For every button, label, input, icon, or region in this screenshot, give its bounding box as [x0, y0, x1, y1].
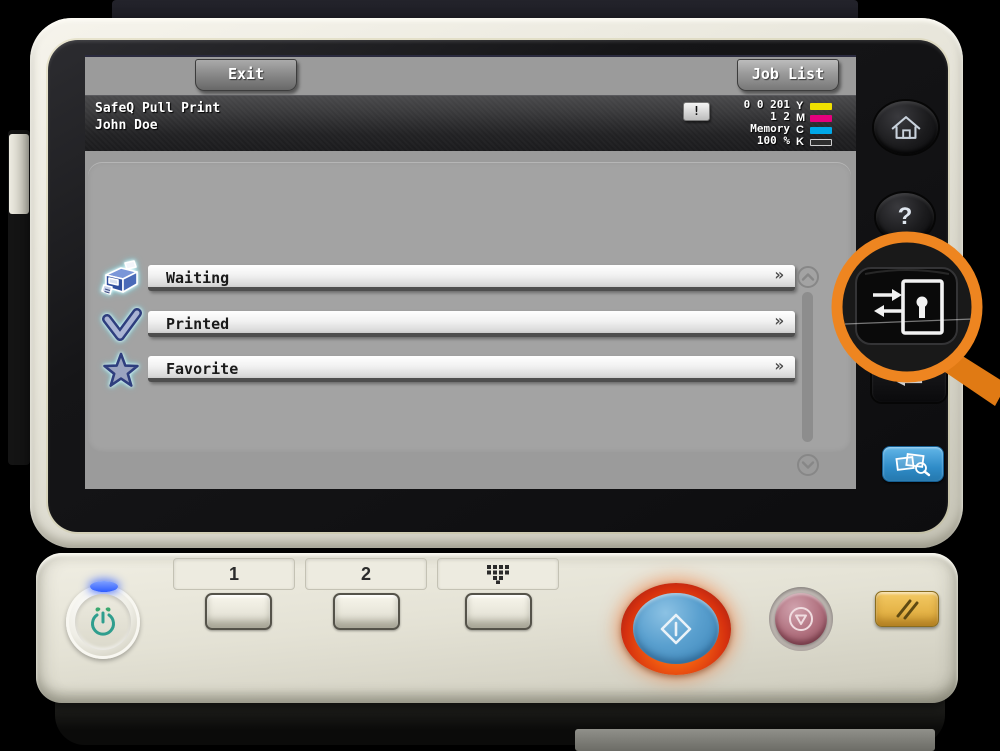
touchscreen: Exit Job List SafeQ Pull Print John Doe …	[85, 55, 856, 489]
list-item-printed[interactable]: Printed »	[148, 311, 795, 337]
key-2-label: 2	[361, 564, 371, 585]
stylus	[9, 134, 29, 214]
preview-icon	[894, 452, 932, 477]
printer-control-panel: Exit Job List SafeQ Pull Print John Doe …	[0, 0, 1000, 751]
start-button[interactable]	[621, 583, 731, 675]
machine-body-bottom-bar	[575, 729, 935, 751]
toner-row-magenta: M	[796, 112, 832, 124]
program-key-1[interactable]	[205, 593, 272, 630]
power-button-face	[75, 594, 131, 650]
job-list-button[interactable]: Job List	[737, 59, 839, 91]
list-item-label: Waiting	[166, 269, 229, 287]
key-plate-keypad	[437, 558, 559, 590]
screen-housing: Exit Job List SafeQ Pull Print John Doe …	[30, 18, 963, 548]
scroll-up-button[interactable]	[796, 265, 820, 289]
keypad-panel: 1 2	[36, 553, 958, 703]
star-icon	[100, 350, 142, 392]
preview-button[interactable]	[882, 446, 944, 482]
logged-in-user: John Doe	[95, 118, 158, 133]
list-item-label: Favorite	[166, 360, 238, 378]
toner-row-yellow: Y	[796, 100, 832, 112]
app-title: SafeQ Pull Print	[95, 101, 220, 116]
reset-button[interactable]	[875, 591, 939, 627]
check-icon	[100, 305, 142, 347]
stop-button[interactable]	[775, 593, 827, 645]
scrollbar-track[interactable]	[802, 292, 813, 442]
power-eco-icon	[86, 605, 120, 639]
stop-icon	[787, 605, 815, 633]
list-item-waiting[interactable]: Waiting »	[148, 265, 795, 291]
help-label: ?	[898, 203, 913, 231]
list-item-favorite[interactable]: Favorite »	[148, 356, 795, 382]
reset-icon	[889, 596, 925, 622]
screen-main-area: Waiting » Printed » Favorite »	[85, 150, 856, 489]
toner-bar-black	[810, 139, 832, 146]
toner-bar-yellow	[810, 103, 832, 110]
home-button[interactable]	[874, 101, 938, 154]
list-item-label: Printed	[166, 315, 229, 333]
exit-button[interactable]: Exit	[195, 59, 297, 91]
power-led	[90, 581, 118, 592]
help-button[interactable]: ?	[876, 193, 934, 241]
chevron-right-icon: »	[774, 265, 783, 284]
toner-bar-cyan	[810, 127, 832, 134]
stop-button-well	[769, 587, 833, 651]
start-icon	[658, 611, 694, 647]
status-memory-value: 100 %	[640, 135, 790, 147]
screen-bezel: Exit Job List SafeQ Pull Print John Doe …	[48, 40, 948, 532]
key-1-label: 1	[229, 564, 239, 585]
key-plate-2: 2	[305, 558, 427, 590]
power-button[interactable]	[66, 585, 140, 659]
program-key-2[interactable]	[333, 593, 400, 630]
screen-header: SafeQ Pull Print John Doe ! 0 0 201 1 2 …	[85, 95, 856, 151]
toner-bar-magenta	[810, 115, 832, 122]
menu-return-icon	[892, 368, 926, 392]
status-date: 0 0 201	[640, 99, 790, 111]
toner-row-cyan: C	[796, 124, 832, 136]
scroll-down-button[interactable]	[796, 453, 820, 477]
menu-return-button[interactable]	[872, 358, 946, 402]
toner-levels: Y M C K	[796, 100, 832, 148]
start-button-face	[633, 593, 719, 664]
list-panel	[88, 162, 851, 452]
ten-key-icon	[486, 565, 510, 584]
status-readout: 0 0 201 1 2 Memory 100 %	[640, 99, 790, 147]
access-login-button[interactable]	[856, 268, 957, 344]
chevron-right-icon: »	[774, 311, 783, 330]
key-plate-1: 1	[173, 558, 295, 590]
home-icon	[889, 113, 923, 142]
ten-key-button[interactable]	[465, 593, 532, 630]
printer-icon	[100, 258, 142, 300]
chevron-right-icon: »	[774, 356, 783, 375]
toner-row-black: K	[796, 136, 832, 148]
